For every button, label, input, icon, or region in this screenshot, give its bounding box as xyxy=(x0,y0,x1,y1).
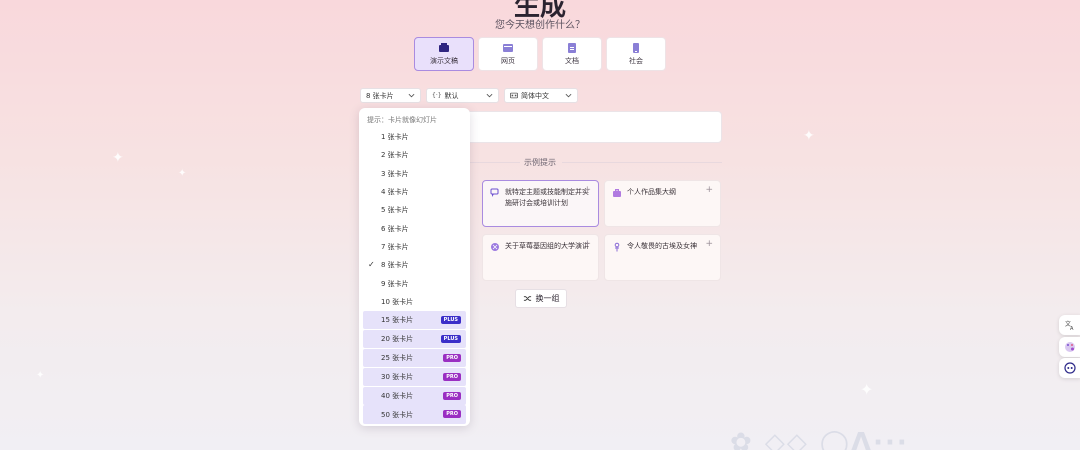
svg-text:A: A xyxy=(1070,326,1074,331)
card-count-select[interactable]: 8 张卡片 xyxy=(360,88,421,103)
example-text: 关于草莓基因组的大学演讲 xyxy=(505,242,589,250)
tab-presentation[interactable]: 演示文稿 xyxy=(414,37,474,71)
dropdown-option-label: 3 张卡片 xyxy=(381,169,409,178)
presentation-icon xyxy=(439,43,449,52)
sparkle-icon: ✦ xyxy=(112,150,124,166)
tab-webpage[interactable]: 网页 xyxy=(478,37,538,71)
palette-icon xyxy=(1065,342,1075,352)
theme-select[interactable]: {·} 默认 xyxy=(426,88,499,103)
dropdown-option-label: 5 张卡片 xyxy=(381,206,409,215)
dropdown-option-label: 6 张卡片 xyxy=(381,224,409,233)
tab-document[interactable]: 文档 xyxy=(542,37,602,71)
shuffle-label: 换一组 xyxy=(535,294,560,303)
sparkle-icon: ✦ xyxy=(178,168,187,179)
plan-badge: PLUS xyxy=(440,334,461,343)
sparkle-icon: ✦ xyxy=(860,380,874,399)
dropdown-option[interactable]: 2 张卡片 xyxy=(363,146,466,164)
dropdown-option[interactable]: 1 张卡片 xyxy=(363,128,466,146)
dropdown-option[interactable]: 50 张卡片 PRO xyxy=(363,405,466,424)
theme-value: 默认 xyxy=(444,91,459,100)
dropdown-option[interactable]: 6 张卡片 xyxy=(363,219,466,237)
example-text: 个人作品集大纲 xyxy=(627,188,676,196)
dropdown-option-label: 7 张卡片 xyxy=(381,242,409,251)
dropdown-option-label: 9 张卡片 xyxy=(381,279,409,288)
sparkle-icon: ✦ xyxy=(36,370,45,381)
example-card[interactable]: 就特定主题或技能制定并实施研讨会或培训计划 + xyxy=(482,180,599,227)
sparkle-icon: ✦ xyxy=(803,128,815,144)
dropdown-option[interactable]: 30 张卡片 PRO xyxy=(363,367,466,386)
dropdown-option[interactable]: 5 张卡片 xyxy=(363,201,466,219)
dropdown-option[interactable]: 25 张卡片 PRO xyxy=(363,348,466,368)
examples-label: 示例提示 xyxy=(524,158,556,167)
shuffle-button[interactable]: 换一组 xyxy=(515,289,567,308)
language-value: 简体中文 xyxy=(521,91,549,100)
chevron-down-icon xyxy=(408,93,415,98)
plan-badge: PRO xyxy=(443,353,461,362)
example-card[interactable]: 个人作品集大纲 + xyxy=(604,180,721,227)
dropdown-option[interactable]: 10 张卡片 xyxy=(363,293,466,311)
page-subtitle: 您今天想创作什么？ xyxy=(495,20,585,31)
chatbot-icon xyxy=(1064,362,1076,374)
example-card[interactable]: 关于草莓基因组的大学演讲 + xyxy=(482,234,599,281)
shuffle-icon xyxy=(523,296,531,301)
document-icon xyxy=(568,43,576,53)
dropdown-option-label: 4 张卡片 xyxy=(381,188,409,197)
chatbot-button[interactable] xyxy=(1059,358,1080,378)
palette-button[interactable] xyxy=(1059,337,1080,357)
add-icon[interactable]: + xyxy=(705,185,713,196)
dropdown-option-label: 50 张卡片 xyxy=(381,410,414,419)
social-icon xyxy=(633,43,639,53)
dropdown-option[interactable]: ✓ 8 张卡片 xyxy=(363,256,466,274)
dropdown-option[interactable]: 15 张卡片 PLUS xyxy=(363,310,466,330)
check-icon: ✓ xyxy=(368,260,375,270)
dropdown-option-label: 8 张卡片 xyxy=(381,261,409,270)
tab-label: 网页 xyxy=(501,57,515,65)
tab-social[interactable]: 社会 xyxy=(606,37,666,71)
dropdown-option-label: 20 张卡片 xyxy=(381,335,414,343)
chat-icon xyxy=(490,188,499,197)
plan-badge: PRO xyxy=(443,391,461,400)
add-icon[interactable]: + xyxy=(583,239,591,250)
add-icon[interactable]: + xyxy=(583,185,591,196)
dropdown-option[interactable]: 4 张卡片 xyxy=(363,183,466,201)
dropdown-option[interactable]: 3 张卡片 xyxy=(363,165,466,183)
briefcase-icon xyxy=(613,189,621,197)
watermark-logo: ✿ ◇◇ ◯Λ··· xyxy=(730,428,909,450)
example-text: 令人敬畏的古埃及女神 xyxy=(627,242,697,250)
dropdown-option[interactable]: 9 张卡片 xyxy=(363,274,466,292)
dropdown-option-label: 10 张卡片 xyxy=(381,297,414,306)
tab-label: 演示文稿 xyxy=(430,57,458,65)
example-text: 就特定主题或技能制定并实施研讨会或培训计划 xyxy=(505,188,589,207)
webpage-icon xyxy=(503,44,513,52)
dropdown-option[interactable]: 7 张卡片 xyxy=(363,238,466,256)
dna-icon xyxy=(491,243,499,251)
ankh-icon xyxy=(614,242,620,252)
dropdown-option-label: 2 张卡片 xyxy=(381,151,409,160)
tab-label: 社会 xyxy=(629,57,643,65)
dropdown-option[interactable]: 20 张卡片 PLUS xyxy=(363,329,466,349)
plan-badge: PRO xyxy=(443,372,461,381)
dropdown-option[interactable]: 40 张卡片 PRO xyxy=(363,386,466,405)
translate-icon: 文A xyxy=(1065,320,1074,331)
translate-button[interactable]: 文A xyxy=(1059,315,1080,335)
card-count-dropdown: 提示：卡片就像幻灯片 1 张卡片 2 张卡片 3 张卡片 4 张卡片 5 张卡片 6 张卡… xyxy=(359,108,470,426)
chevron-down-icon xyxy=(565,93,572,98)
dropdown-hint: 提示：卡片就像幻灯片 xyxy=(367,116,437,124)
plan-badge: PLUS xyxy=(440,315,461,324)
card-count-value: 8 张卡片 xyxy=(366,91,394,100)
theme-icon: {·} xyxy=(432,92,442,99)
dropdown-option-label: 1 张卡片 xyxy=(381,133,409,142)
dropdown-option-label: 30 张卡片 xyxy=(381,372,414,381)
plan-badge: PRO xyxy=(443,410,461,419)
example-card[interactable]: 令人敬畏的古埃及女神 + xyxy=(604,234,721,281)
chevron-down-icon xyxy=(486,93,493,98)
dropdown-option-label: 40 张卡片 xyxy=(381,391,414,400)
dropdown-option-label: 15 张卡片 xyxy=(381,316,414,325)
dropdown-option-label: 25 张卡片 xyxy=(381,353,414,362)
tab-label: 文档 xyxy=(565,57,579,65)
language-icon xyxy=(510,92,518,99)
language-select[interactable]: 简体中文 xyxy=(504,88,578,103)
add-icon[interactable]: + xyxy=(705,239,713,250)
